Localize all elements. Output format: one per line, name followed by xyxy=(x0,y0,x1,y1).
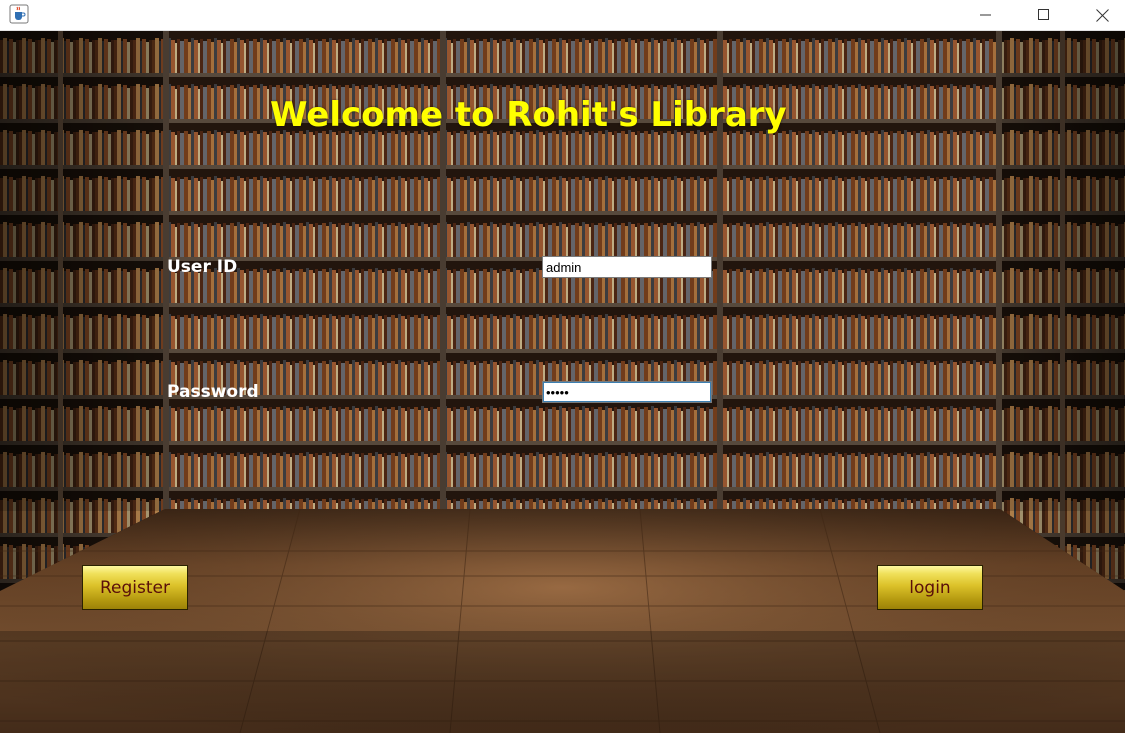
register-button[interactable]: Register xyxy=(82,565,188,610)
user-id-label: User ID xyxy=(167,257,238,277)
maximize-button[interactable] xyxy=(1015,0,1073,30)
user-id-input[interactable] xyxy=(542,256,712,278)
close-button[interactable] xyxy=(1073,0,1125,30)
password-input[interactable] xyxy=(542,381,712,403)
minimize-button[interactable] xyxy=(957,0,1015,30)
login-panel: Welcome to Rohit's Library User ID Passw… xyxy=(0,31,1125,733)
close-icon xyxy=(1095,8,1109,22)
password-label: Password xyxy=(167,382,259,402)
java-coffee-cup-icon[interactable] xyxy=(9,4,29,24)
minimize-icon xyxy=(980,14,991,16)
maximize-icon xyxy=(1038,9,1049,20)
page-title: Welcome to Rohit's Library xyxy=(270,95,787,135)
login-button[interactable]: login xyxy=(877,565,983,610)
window-title-bar[interactable] xyxy=(0,0,1125,31)
